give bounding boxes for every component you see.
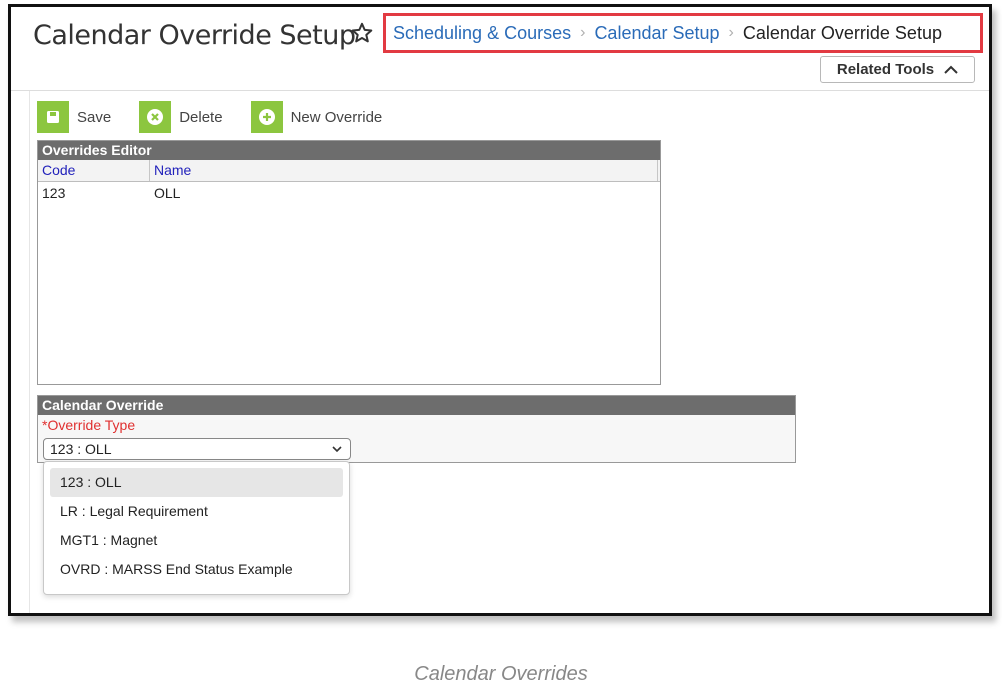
column-header-name[interactable]: Name (150, 160, 658, 181)
dropdown-option[interactable]: MGT1 : Magnet (50, 526, 343, 555)
breadcrumb-current: Calendar Override Setup (742, 22, 942, 43)
calendar-override-panel: Calendar Override *Override Type 123 : O… (37, 395, 796, 463)
override-type-select[interactable]: 123 : OLL (43, 438, 351, 460)
page-title: Calendar Override Setup (33, 20, 356, 51)
breadcrumb-separator-icon: › (580, 24, 586, 41)
overrides-editor: Overrides Editor Code Name 123 OLL (37, 140, 661, 385)
chevron-down-icon (332, 446, 342, 453)
related-tools-button[interactable]: Related Tools (820, 56, 975, 83)
dropdown-option[interactable]: 123 : OLL (50, 468, 343, 497)
save-button[interactable]: Save (37, 101, 111, 133)
delete-button[interactable]: Delete (139, 101, 223, 133)
header-divider (11, 90, 989, 91)
toolbar: Save Delete New Override (37, 101, 410, 133)
new-override-button[interactable]: New Override (250, 101, 383, 133)
left-divider (29, 91, 30, 613)
star-icon[interactable] (350, 21, 374, 45)
dropdown-option[interactable]: OVRD : MARSS End Status Example (50, 555, 343, 584)
cell-name: OLL (154, 185, 181, 201)
chevron-up-icon (944, 65, 958, 74)
breadcrumb-separator-icon: › (728, 24, 734, 41)
dropdown-option[interactable]: LR : Legal Requirement (50, 497, 343, 526)
column-header-code[interactable]: Code (38, 160, 150, 181)
override-type-value: 123 : OLL (50, 441, 112, 457)
breadcrumb-link-scheduling[interactable]: Scheduling & Courses (393, 23, 571, 44)
breadcrumb: Scheduling & Courses › Calendar Setup › … (383, 13, 983, 53)
new-override-label: New Override (290, 108, 383, 126)
screenshot-frame: Calendar Override Setup Scheduling & Cou… (8, 4, 992, 616)
cell-code: 123 (42, 185, 66, 201)
override-type-label: *Override Type (42, 417, 136, 433)
delete-icon (139, 101, 172, 133)
add-icon (250, 101, 283, 133)
save-icon (37, 101, 69, 133)
calendar-override-title: Calendar Override (38, 396, 795, 415)
breadcrumb-link-calendar-setup[interactable]: Calendar Setup (594, 23, 719, 44)
related-tools-label: Related Tools (836, 61, 935, 78)
image-caption: Calendar Overrides (414, 663, 588, 685)
overrides-editor-title: Overrides Editor (38, 141, 660, 160)
table-row[interactable]: 123 OLL (38, 182, 660, 204)
delete-label: Delete (179, 108, 223, 126)
save-label: Save (77, 108, 112, 126)
table-header: Code Name (38, 160, 660, 182)
override-type-dropdown: 123 : OLL LR : Legal Requirement MGT1 : … (43, 461, 350, 595)
